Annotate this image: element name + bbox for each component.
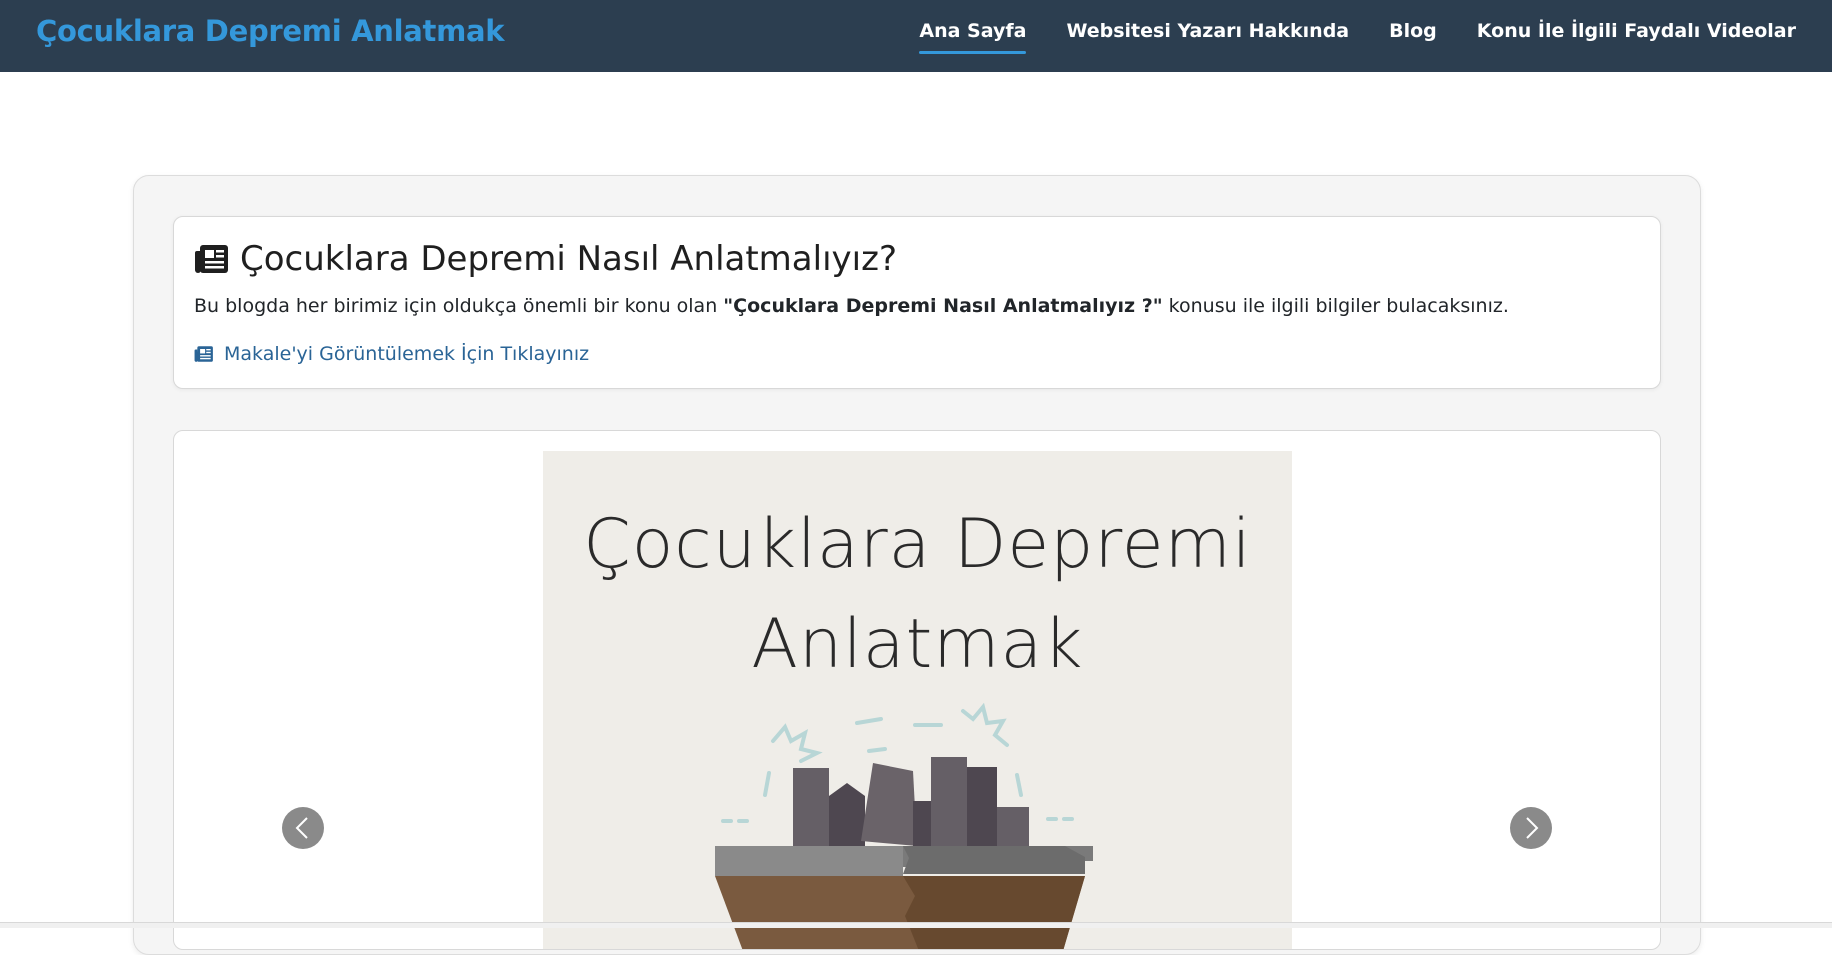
slide-title-line1: Çocuklara Depremi — [583, 505, 1252, 584]
nav-link-about-author[interactable]: Websitesi Yazarı Hakkında — [1066, 20, 1349, 54]
card-title-row: Çocuklara Depremi Nasıl Anlatmalıyız? — [194, 239, 897, 279]
carousel-slide: Çocuklara Depremi Anlatmak — [543, 451, 1292, 949]
card-text-bold: "Çocuklara Depremi Nasıl Anlatmalıyız ?" — [723, 295, 1163, 317]
article-link-label: Makale'yi Görüntülemek İçin Tıklayınız — [224, 343, 590, 365]
card-text-part1: Bu blogda her birimiz için oldukça öneml… — [194, 295, 724, 317]
card-description: Bu blogda her birimiz için oldukça öneml… — [194, 295, 1509, 317]
nav-link-videos[interactable]: Konu İle İlgili Faydalı Videolar — [1477, 20, 1796, 54]
newspaper-icon — [195, 245, 228, 273]
navbar: Çocuklara Depremi Anlatmak Ana Sayfa Web… — [0, 0, 1832, 72]
nav-link-home[interactable]: Ana Sayfa — [919, 20, 1027, 54]
intro-card: Çocuklara Depremi Nasıl Anlatmalıyız? Bu… — [173, 216, 1661, 389]
nav-link-blog[interactable]: Blog — [1389, 20, 1437, 54]
card-title: Çocuklara Depremi Nasıl Anlatmalıyız? — [240, 239, 897, 279]
newspaper-link-icon — [194, 346, 213, 362]
chevron-right-icon — [1526, 817, 1539, 839]
carousel-prev-button[interactable] — [282, 807, 324, 849]
horizontal-scrollbar[interactable] — [0, 922, 1832, 928]
nav-menu: Ana Sayfa Websitesi Yazarı Hakkında Blog… — [919, 20, 1796, 54]
image-carousel: Çocuklara Depremi Anlatmak — [173, 430, 1661, 950]
carousel-next-button[interactable] — [1510, 807, 1552, 849]
card-text-part2: konusu ile ilgili bilgiler bulacaksınız. — [1162, 295, 1509, 317]
earthquake-illustration — [715, 702, 1093, 949]
slide-title-line2: Anlatmak — [751, 605, 1084, 684]
chevron-left-icon — [295, 817, 308, 839]
article-link[interactable]: Makale'yi Görüntülemek İçin Tıklayınız — [194, 343, 589, 365]
site-brand[interactable]: Çocuklara Depremi Anlatmak — [36, 14, 505, 48]
